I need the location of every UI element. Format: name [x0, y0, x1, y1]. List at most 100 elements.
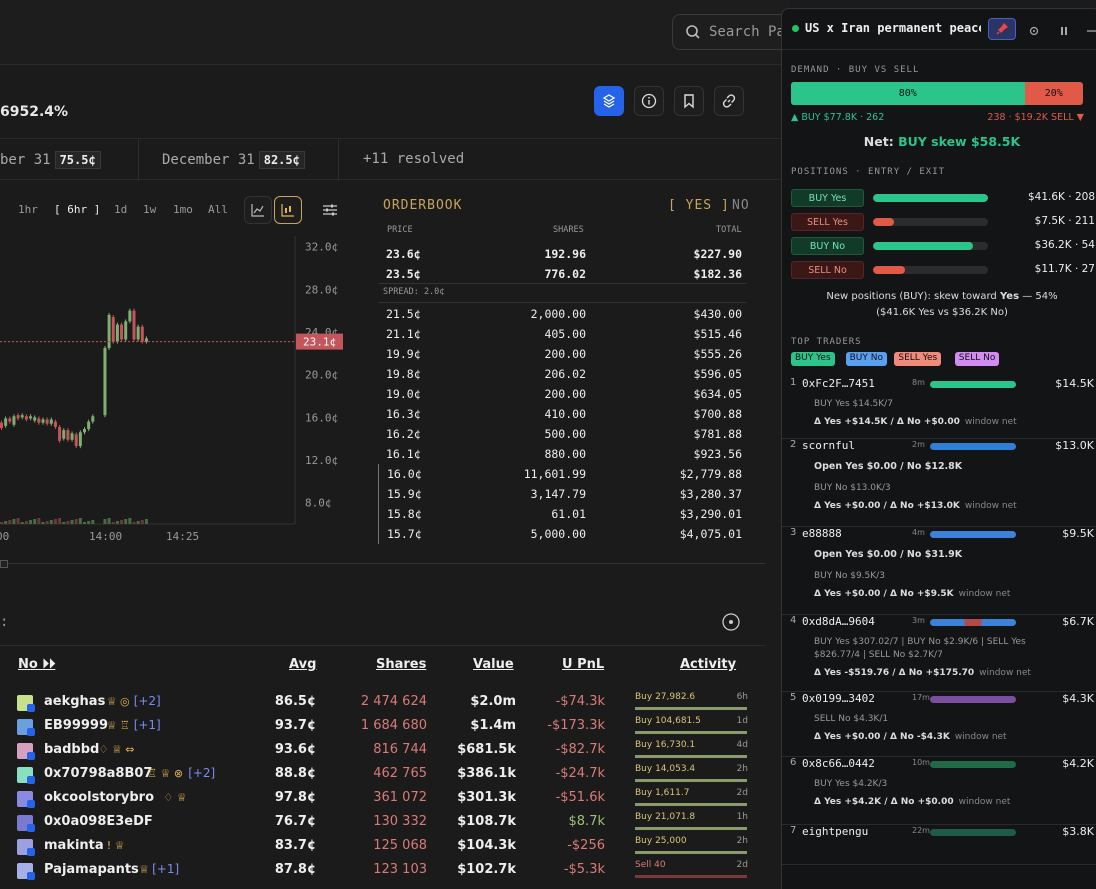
holder-name[interactable]: aekghas — [44, 694, 105, 709]
trader-name[interactable]: 0xFc2F…7451 — [802, 377, 875, 390]
holder-extra[interactable]: [+2] — [188, 766, 215, 780]
trader-name[interactable]: 0x8c66…0442 — [802, 757, 875, 770]
trader-item[interactable]: 5 0x0199…3402 17m $4.3K SELL No $4.3K/1 Δ Yes… — [782, 692, 1096, 757]
trader-name[interactable]: scornful — [802, 439, 855, 452]
holder-name[interactable]: 0x70798a8B07 — [44, 766, 152, 781]
holder-name[interactable]: Pajamapants — [44, 862, 139, 877]
bid-row[interactable]: 15.9¢ 3,147.79 $3,280.37 — [378, 484, 746, 504]
chart-settings-button[interactable] — [322, 202, 338, 222]
position-row[interactable]: SELL Yes $7.5K · 211 — [791, 213, 1095, 231]
info-button[interactable] — [634, 86, 664, 116]
bid-row[interactable]: 21.1¢ 405.00 $515.46 — [378, 324, 746, 344]
col-activity[interactable]: Activity — [680, 657, 736, 672]
holder-name[interactable]: badbbd — [44, 742, 99, 757]
line-chart-toggle[interactable] — [244, 196, 272, 224]
holder-row[interactable]: Pajamapants ♕ [+1] 87.8¢ 123 103 $102.7k -$5.3… — [0, 858, 760, 882]
pause-button[interactable] — [1058, 22, 1070, 41]
position-row[interactable]: SELL No $11.7K · 27 — [791, 261, 1095, 279]
position-row[interactable]: BUY No $36.2K · 54 — [791, 237, 1095, 255]
orderbook-no-tab[interactable]: NO — [732, 198, 750, 213]
col-name[interactable]: No ⏵⏵ — [18, 657, 55, 672]
col-value[interactable]: Value — [473, 657, 514, 672]
minimize-button[interactable] — [1085, 22, 1096, 41]
holder-row[interactable]: badbbd ♢ ♕ ⇔ 93.6¢ 816 744 $681.5k -$82.7k Buy… — [0, 738, 760, 762]
link-button[interactable] — [714, 86, 744, 116]
ask-row[interactable]: 23.6¢ 192.96 $227.90 — [378, 244, 746, 264]
verified-icon — [27, 776, 35, 784]
settings-button[interactable] — [1028, 22, 1040, 41]
resolved-link[interactable]: +11 resolved — [363, 151, 464, 167]
trader-item[interactable]: 2 scornful 2m $13.0K Open Yes $0.00 / No $12… — [782, 439, 1096, 527]
legend-chip[interactable]: BUY Yes — [791, 352, 835, 366]
bid-row[interactable]: 16.1¢ 880.00 $923.56 — [378, 444, 746, 464]
timeframe-5[interactable]: All — [208, 203, 228, 216]
bid-row[interactable]: 15.7¢ 5,000.00 $4,075.01 — [378, 524, 746, 544]
app-logo-button[interactable] — [594, 86, 624, 116]
position-row[interactable]: BUY Yes $41.6K · 208 — [791, 189, 1095, 207]
ask-cell: 776.02 — [544, 267, 586, 281]
holder-extra[interactable]: [+1] — [134, 718, 161, 732]
bid-row[interactable]: 15.8¢ 61.01 $3,290.01 — [378, 504, 746, 524]
holder-extra[interactable]: [+1] — [152, 862, 179, 876]
col-upnl[interactable]: U PnL — [562, 657, 604, 672]
bid-row[interactable]: 16.2¢ 500.00 $781.88 — [378, 424, 746, 444]
trader-age: 4m — [912, 528, 925, 537]
trader-item[interactable]: 1 0xFc2F…7451 8m $14.5K BUY Yes $14.5K/7 Δ Ye… — [782, 377, 1096, 439]
ask-row[interactable]: 23.5¢ 776.02 $182.36 — [378, 264, 746, 284]
col-shares[interactable]: Shares — [376, 657, 426, 672]
legend-chip[interactable]: SELL No — [954, 352, 1000, 366]
trader-item[interactable]: 4 0xd8dA…9604 3m $6.7K BUY Yes $307.02/7 | B… — [782, 615, 1096, 692]
bid-row[interactable]: 16.0¢ 11,601.99 $2,779.88 — [378, 464, 746, 484]
trader-item[interactable]: 3 e88888 4m $9.5K Open Yes $0.00 / No $31.9K… — [782, 527, 1096, 615]
bid-row[interactable]: 19.9¢ 200.00 $555.26 — [378, 344, 746, 364]
legend-chip[interactable]: BUY No — [845, 352, 887, 366]
volume-bar — [49, 520, 53, 524]
trader-item[interactable]: 6 0x8c66…0442 10m $4.2K BUY Yes $4.2K/3 Δ Yes… — [782, 757, 1096, 825]
position-bar-fill — [873, 266, 906, 274]
resize-handle[interactable] — [0, 560, 8, 568]
date-item-1[interactable]: ber 31 75.5¢ — [0, 151, 101, 169]
timeframe-1[interactable]: [ 6hr ] — [54, 203, 100, 216]
timeframe-0[interactable]: 1hr — [18, 203, 38, 216]
holder-row[interactable]: EB99999 ♕ ♖ [+1] 93.7¢ 1 684 680 $1.4m -$173.3… — [0, 714, 760, 738]
timeframe-3[interactable]: 1w — [143, 203, 156, 216]
settings-circle-button[interactable] — [721, 612, 741, 636]
price-chart[interactable]: 32.0¢28.0¢24.0¢20.0¢16.0¢12.0¢8.0¢0014:0… — [0, 236, 345, 556]
holder-row[interactable]: okcoolstorybro ♢ ♕ 97.8¢ 361 072 $301.3k -$51… — [0, 786, 760, 810]
trader-name[interactable]: 0xd8dA…9604 — [802, 615, 875, 628]
bookmark-button[interactable] — [674, 86, 704, 116]
holder-name[interactable]: makinta — [44, 838, 104, 853]
date-item-2[interactable]: December 31 82.5¢ — [162, 151, 305, 169]
holder-row[interactable]: 0x0a098E3eDF 76.7¢ 130 332 $108.7k $8.7k Buy … — [0, 810, 760, 834]
holder-extra[interactable]: [+2] — [134, 694, 161, 708]
trader-name[interactable]: eightpengu — [802, 825, 868, 838]
timeframe-4[interactable]: 1mo — [173, 203, 193, 216]
search-placeholder: Search Pa — [709, 24, 785, 40]
bid-row[interactable]: 19.0¢ 200.00 $634.05 — [378, 384, 746, 404]
holder-row[interactable]: makinta! ♕ 83.7¢ 125 068 $104.3k -$256 Buy 25… — [0, 834, 760, 858]
holder-value: $2.0m — [470, 694, 516, 709]
candle — [62, 430, 66, 439]
bid-row[interactable]: 19.8¢ 206.02 $596.05 — [378, 364, 746, 384]
bid-cell: 5,000.00 — [530, 527, 586, 541]
bid-row[interactable]: 21.5¢ 2,000.00 $430.00 — [378, 304, 746, 324]
candle — [4, 418, 8, 426]
holder-name[interactable]: 0x0a098E3eDF — [44, 814, 153, 829]
trader-item[interactable]: 7 eightpengu 22m $3.8K — [782, 825, 1096, 865]
position-value: $41.6K · 208 — [1028, 191, 1095, 203]
holder-activity: Buy 14,053.4 — [635, 764, 696, 774]
col-avg[interactable]: Avg — [289, 657, 316, 672]
holder-name[interactable]: okcoolstorybro — [44, 790, 154, 805]
bid-cell: $634.05 — [693, 387, 742, 401]
timeframe-2[interactable]: 1d — [114, 203, 127, 216]
trader-name[interactable]: e88888 — [802, 527, 842, 540]
bid-row[interactable]: 16.3¢ 410.00 $700.88 — [378, 404, 746, 424]
trader-name[interactable]: 0x0199…3402 — [802, 692, 875, 705]
holder-row[interactable]: 0x70798a8B07 ♖ ♕ ⊗ [+2] 88.8¢ 462 765 $386.1k… — [0, 762, 760, 786]
candle-chart-toggle[interactable] — [274, 196, 302, 224]
pin-button[interactable] — [988, 18, 1016, 40]
legend-chip[interactable]: SELL Yes — [894, 352, 942, 366]
holder-name[interactable]: EB99999 — [44, 718, 108, 733]
orderbook-yes-tab[interactable]: [ YES ] — [668, 198, 730, 213]
holder-row[interactable]: aekghas ♕ ◎ [+2] 86.5¢ 2 474 624 $2.0m -$74.3k… — [0, 690, 760, 714]
